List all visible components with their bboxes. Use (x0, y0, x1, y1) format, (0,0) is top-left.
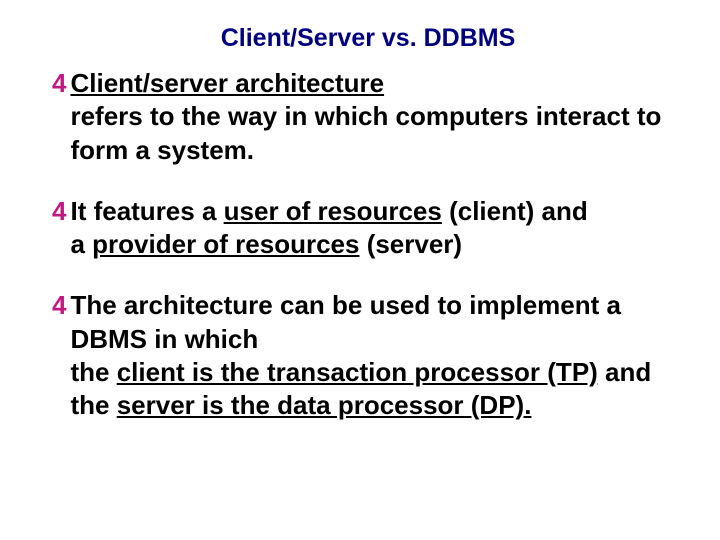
bullet-text: The architecture can be used to implemen… (70, 289, 684, 422)
text-underline: server is the data processor (DP). (117, 390, 532, 420)
text-run: (client) and (442, 196, 588, 226)
bullet-lead: Client/server architecture (70, 68, 384, 98)
bullet-item: 4 The architecture can be used to implem… (52, 289, 684, 422)
slide: Client/Server vs. DDBMS 4 Client/server … (0, 0, 720, 540)
text-run: a (70, 229, 92, 259)
text-run: The architecture can be used to implemen… (70, 290, 620, 353)
bullet-text: Client/server architecture refers to the… (70, 67, 684, 167)
text-underline: client is the transaction processor (TP) (117, 357, 598, 387)
text-run: It features a (70, 196, 223, 226)
text-run: the (70, 357, 116, 387)
bullet-item: 4 It features a user of resources (clien… (52, 195, 684, 262)
text-run: (server) (359, 229, 462, 259)
text-underline: provider of resources (92, 229, 359, 259)
bullet-glyph-icon: 4 (52, 289, 66, 322)
bullet-item: 4 Client/server architecture refers to t… (52, 67, 684, 167)
text-underline: user of resources (224, 196, 442, 226)
bullet-text: It features a user of resources (client)… (70, 195, 684, 262)
slide-title: Client/Server vs. DDBMS (52, 24, 684, 53)
bullet-glyph-icon: 4 (52, 195, 66, 228)
bullet-glyph-icon: 4 (52, 67, 66, 100)
bullet-rest: refers to the way in which computers int… (70, 101, 661, 164)
